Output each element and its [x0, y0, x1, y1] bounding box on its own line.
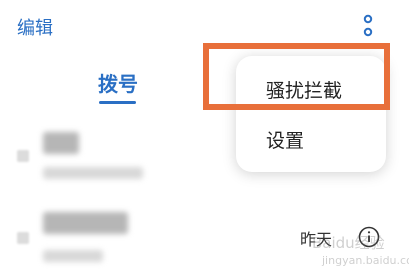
edit-button[interactable]: 编辑	[17, 14, 53, 40]
contact-name	[43, 132, 79, 154]
tab-active-indicator	[99, 101, 136, 104]
contact-avatar	[17, 232, 29, 244]
more-menu-button[interactable]	[358, 12, 378, 40]
menu-item-settings[interactable]: 设置	[266, 126, 304, 153]
watermark: Baidu经验 jingyan.baidu.com	[304, 228, 409, 272]
contact-avatar	[17, 150, 29, 162]
watermark-logo-text: Baidu经验	[312, 234, 385, 252]
highlight-annotation-box	[203, 43, 390, 110]
contact-subtitle	[43, 250, 103, 262]
more-vertical-icon	[363, 14, 373, 37]
tab-dial[interactable]: 拨号	[98, 68, 138, 97]
contact-subtitle	[43, 167, 143, 179]
watermark-url: jingyan.baidu.com	[322, 254, 409, 267]
contact-name	[43, 212, 128, 234]
